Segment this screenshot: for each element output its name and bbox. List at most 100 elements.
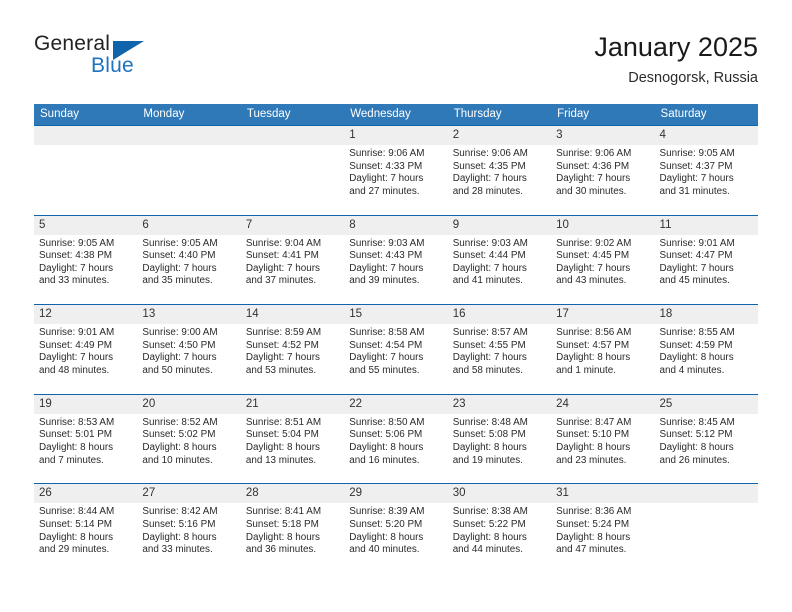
- calendar-grid: Sunday Monday Tuesday Wednesday Thursday…: [34, 104, 758, 573]
- day-number: 25: [654, 394, 758, 414]
- day-cell[interactable]: 22 Sunrise: 8:50 AM Sunset: 5:06 PM Dayl…: [344, 394, 448, 484]
- day-number: 23: [447, 394, 552, 414]
- day-cell[interactable]: 5 Sunrise: 9:05 AM Sunset: 4:38 PM Dayli…: [34, 215, 138, 305]
- day-cell[interactable]: [240, 126, 345, 215]
- day-cell[interactable]: 3 Sunrise: 9:06 AM Sunset: 4:36 PM Dayli…: [551, 126, 655, 215]
- daylight-text-line2: and 55 minutes.: [349, 364, 420, 376]
- day-cell[interactable]: 23 Sunrise: 8:48 AM Sunset: 5:08 PM Dayl…: [447, 394, 552, 484]
- daylight-text-line2: and 33 minutes.: [142, 544, 213, 556]
- daylight-text-line2: and 29 minutes.: [39, 544, 110, 556]
- sunset-text: Sunset: 5:24 PM: [556, 518, 630, 530]
- sunset-text: Sunset: 4:41 PM: [245, 250, 319, 262]
- sunrise-text: Sunrise: 8:50 AM: [349, 416, 425, 428]
- day-cell[interactable]: 24 Sunrise: 8:47 AM Sunset: 5:10 PM Dayl…: [551, 394, 655, 484]
- sunset-text: Sunset: 4:44 PM: [452, 250, 526, 262]
- day-cell[interactable]: 17 Sunrise: 8:56 AM Sunset: 4:57 PM Dayl…: [551, 305, 655, 394]
- day-cell[interactable]: 2 Sunrise: 9:06 AM Sunset: 4:35 PM Dayli…: [447, 126, 552, 215]
- daylight-text-line1: Daylight: 8 hours: [659, 441, 734, 453]
- daylight-text-line1: Daylight: 7 hours: [142, 262, 217, 274]
- day-cell[interactable]: [654, 484, 758, 573]
- brand-name-general: General: [34, 32, 111, 55]
- daylight-text-line2: and 39 minutes.: [349, 275, 420, 287]
- day-cell[interactable]: 7 Sunrise: 9:04 AM Sunset: 4:41 PM Dayli…: [240, 215, 345, 305]
- day-cell[interactable]: 10 Sunrise: 9:02 AM Sunset: 4:45 PM Dayl…: [551, 215, 655, 305]
- day-cell[interactable]: 29 Sunrise: 8:39 AM Sunset: 5:20 PM Dayl…: [344, 484, 448, 573]
- sunrise-text: Sunrise: 9:01 AM: [39, 327, 115, 339]
- day-cell[interactable]: 26 Sunrise: 8:44 AM Sunset: 5:14 PM Dayl…: [34, 484, 138, 573]
- daylight-text-line1: Daylight: 7 hours: [659, 262, 734, 274]
- day-cell[interactable]: 13 Sunrise: 9:00 AM Sunset: 4:50 PM Dayl…: [137, 305, 241, 394]
- day-cell[interactable]: 4 Sunrise: 9:05 AM Sunset: 4:37 PM Dayli…: [654, 126, 758, 215]
- daylight-text-line2: and 36 minutes.: [245, 544, 317, 556]
- daylight-text-line1: Daylight: 8 hours: [245, 441, 320, 453]
- day-details: Sunrise: 8:45 AM Sunset: 5:12 PM Dayligh…: [655, 414, 758, 467]
- brand-logo[interactable]: General Blue: [34, 32, 264, 90]
- day-number: 16: [447, 305, 552, 325]
- day-cell[interactable]: 30 Sunrise: 8:38 AM Sunset: 5:22 PM Dayl…: [447, 484, 552, 573]
- sunrise-text: Sunrise: 8:52 AM: [142, 416, 218, 428]
- day-cell[interactable]: 21 Sunrise: 8:51 AM Sunset: 5:04 PM Dayl…: [240, 394, 345, 484]
- daylight-text-line1: Daylight: 7 hours: [245, 352, 320, 364]
- daylight-text-line1: Daylight: 8 hours: [142, 531, 217, 543]
- day-cell[interactable]: 27 Sunrise: 8:42 AM Sunset: 5:16 PM Dayl…: [137, 484, 241, 573]
- day-number: 22: [344, 394, 448, 414]
- day-cell[interactable]: 16 Sunrise: 8:57 AM Sunset: 4:55 PM Dayl…: [447, 305, 552, 394]
- sunset-text: Sunset: 5:20 PM: [349, 518, 423, 530]
- day-cell[interactable]: 11 Sunrise: 9:01 AM Sunset: 4:47 PM Dayl…: [654, 215, 758, 305]
- day-cell[interactable]: 18 Sunrise: 8:55 AM Sunset: 4:59 PM Dayl…: [654, 305, 758, 394]
- daylight-text-line2: and 48 minutes.: [39, 364, 110, 376]
- day-number: 1: [344, 126, 448, 145]
- daylight-text-line2: and 35 minutes.: [142, 275, 213, 287]
- sunset-text: Sunset: 4:59 PM: [659, 339, 733, 351]
- day-details: Sunrise: 9:06 AM Sunset: 4:36 PM Dayligh…: [551, 145, 654, 198]
- day-cell[interactable]: 19 Sunrise: 8:53 AM Sunset: 5:01 PM Dayl…: [34, 394, 138, 484]
- day-cell[interactable]: 1 Sunrise: 9:06 AM Sunset: 4:33 PM Dayli…: [344, 126, 448, 215]
- sunrise-text: Sunrise: 9:06 AM: [556, 148, 632, 159]
- day-cell[interactable]: [137, 126, 241, 215]
- sunrise-text: Sunrise: 9:00 AM: [142, 327, 218, 339]
- day-cell[interactable]: 6 Sunrise: 9:05 AM Sunset: 4:40 PM Dayli…: [137, 215, 241, 305]
- sunset-text: Sunset: 4:38 PM: [39, 250, 113, 262]
- day-cell[interactable]: 20 Sunrise: 8:52 AM Sunset: 5:02 PM Dayl…: [137, 394, 241, 484]
- day-number: 9: [447, 215, 552, 235]
- day-cell[interactable]: 14 Sunrise: 8:59 AM Sunset: 4:52 PM Dayl…: [240, 305, 345, 394]
- day-cell[interactable]: 12 Sunrise: 9:01 AM Sunset: 4:49 PM Dayl…: [34, 305, 138, 394]
- daylight-text-line2: and 50 minutes.: [142, 364, 213, 376]
- day-cell[interactable]: 28 Sunrise: 8:41 AM Sunset: 5:18 PM Dayl…: [240, 484, 345, 573]
- sunset-text: Sunset: 5:16 PM: [142, 518, 216, 530]
- daylight-text-line1: Daylight: 7 hours: [39, 352, 114, 364]
- day-cell[interactable]: [34, 126, 138, 215]
- daylight-text-line1: Daylight: 7 hours: [452, 262, 527, 274]
- week-row: 1 Sunrise: 9:06 AM Sunset: 4:33 PM Dayli…: [34, 125, 758, 215]
- day-number: 15: [344, 305, 448, 325]
- sunset-text: Sunset: 4:49 PM: [39, 339, 113, 351]
- daylight-text-line2: and 44 minutes.: [452, 544, 523, 556]
- day-cell[interactable]: 8 Sunrise: 9:03 AM Sunset: 4:43 PM Dayli…: [344, 215, 448, 305]
- daylight-text-line2: and 28 minutes.: [452, 185, 523, 197]
- daylight-text-line2: and 4 minutes.: [659, 364, 725, 376]
- daylight-text-line2: and 1 minute.: [556, 364, 616, 376]
- day-number: 18: [654, 305, 758, 325]
- day-details: Sunrise: 8:55 AM Sunset: 4:59 PM Dayligh…: [655, 324, 758, 377]
- page-header: General Blue January 2025 Desnogorsk, Ru…: [34, 30, 758, 92]
- day-details: Sunrise: 9:04 AM Sunset: 4:41 PM Dayligh…: [241, 235, 344, 288]
- day-cell[interactable]: 15 Sunrise: 8:58 AM Sunset: 4:54 PM Dayl…: [344, 305, 448, 394]
- daylight-text-line1: Daylight: 7 hours: [659, 173, 734, 185]
- day-number: 14: [240, 305, 345, 325]
- day-details: Sunrise: 9:02 AM Sunset: 4:45 PM Dayligh…: [551, 235, 654, 288]
- sunrise-text: Sunrise: 9:05 AM: [39, 237, 115, 249]
- day-number: [34, 126, 138, 145]
- day-details: Sunrise: 8:47 AM Sunset: 5:10 PM Dayligh…: [551, 414, 654, 467]
- day-cell[interactable]: 31 Sunrise: 8:36 AM Sunset: 5:24 PM Dayl…: [551, 484, 655, 573]
- day-cell[interactable]: 9 Sunrise: 9:03 AM Sunset: 4:44 PM Dayli…: [447, 215, 552, 305]
- weekday-header-wednesday: Wednesday: [350, 108, 411, 120]
- day-cell[interactable]: 25 Sunrise: 8:45 AM Sunset: 5:12 PM Dayl…: [654, 394, 758, 484]
- daylight-text-line2: and 45 minutes.: [659, 275, 730, 287]
- weekday-header-tuesday: Tuesday: [246, 108, 291, 120]
- day-details: Sunrise: 8:58 AM Sunset: 4:54 PM Dayligh…: [344, 324, 447, 377]
- day-details: Sunrise: 9:03 AM Sunset: 4:44 PM Dayligh…: [448, 235, 551, 288]
- daylight-text-line1: Daylight: 7 hours: [452, 352, 527, 364]
- sunrise-text: Sunrise: 8:56 AM: [556, 327, 632, 339]
- day-number: 30: [447, 484, 552, 504]
- sunset-text: Sunset: 4:52 PM: [245, 339, 319, 351]
